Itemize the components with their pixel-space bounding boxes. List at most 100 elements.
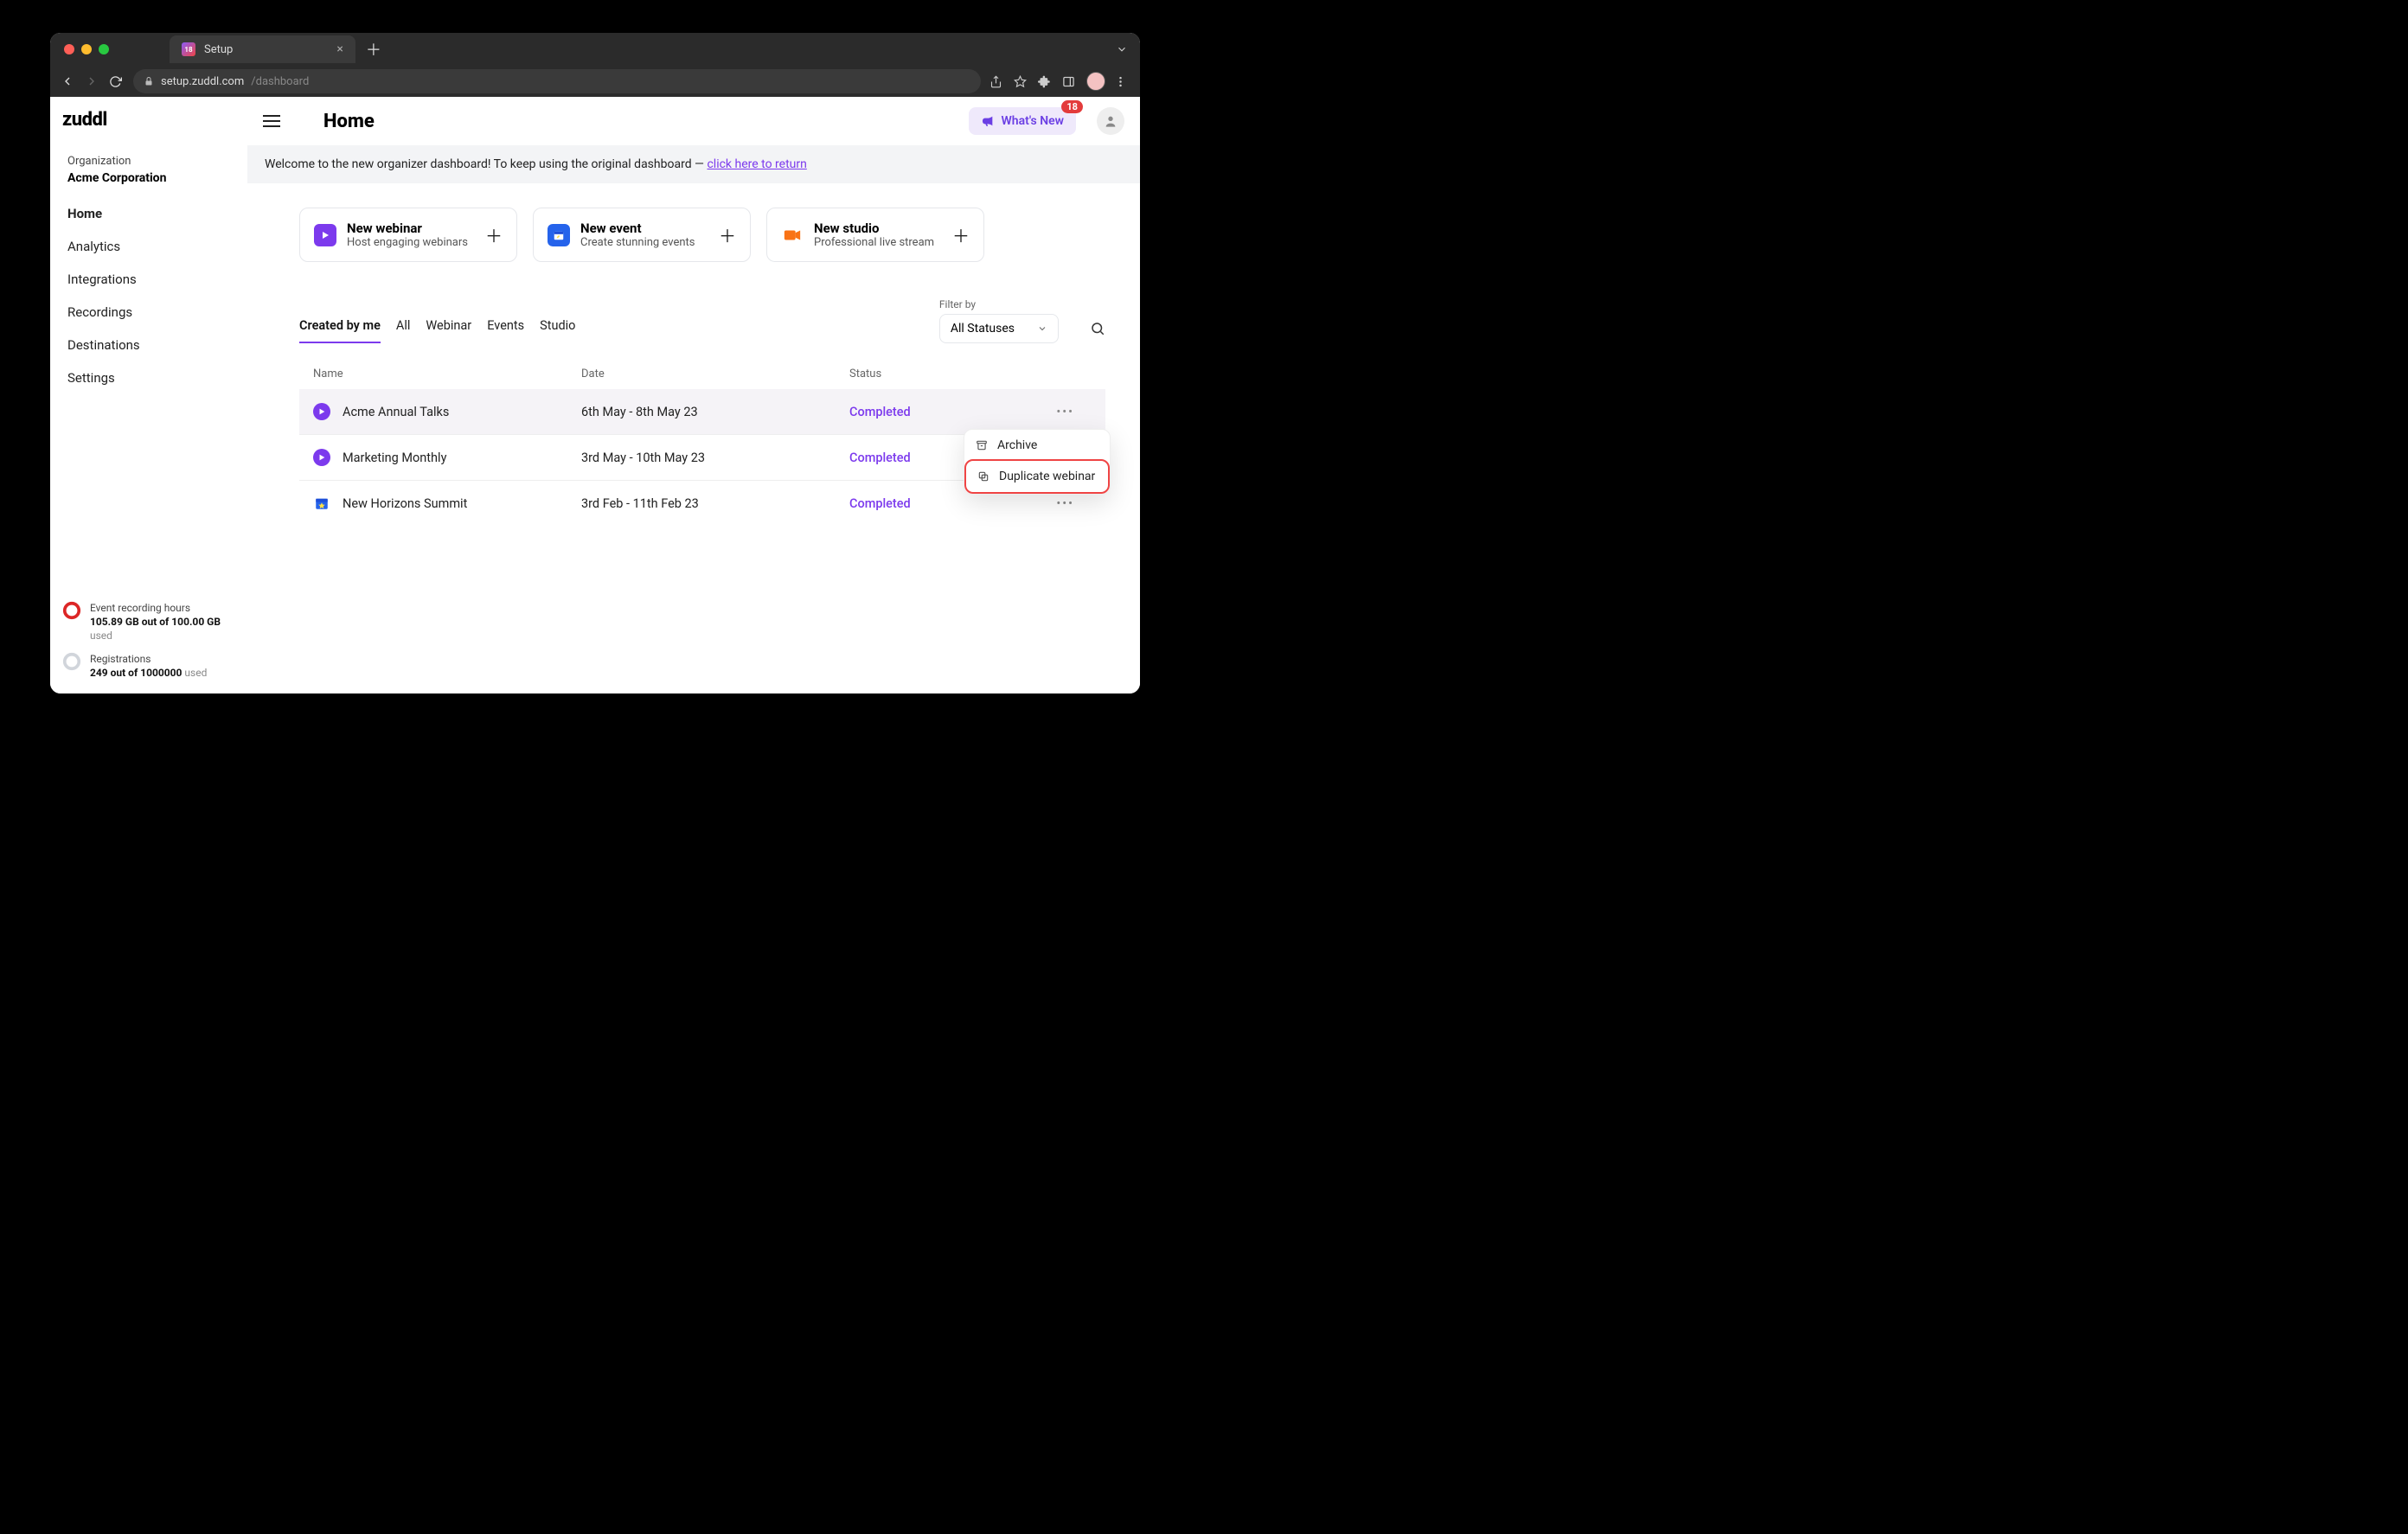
- menu-duplicate-label: Duplicate webinar: [999, 470, 1095, 483]
- profile-avatar-icon[interactable]: [1086, 72, 1105, 91]
- nav-back-button[interactable]: [61, 74, 76, 88]
- address-bar: setup.zuddl.com/dashboard: [50, 66, 1140, 97]
- org-name: Acme Corporation: [61, 169, 247, 197]
- minimize-window-button[interactable]: [81, 44, 92, 54]
- sidebar-toggle-button[interactable]: [263, 112, 280, 131]
- card-title: New studio: [814, 221, 942, 236]
- tab-overflow-button[interactable]: [1116, 43, 1128, 55]
- usage-registrations: Registrations 249 out of 1000000 used: [61, 647, 247, 693]
- create-cards: New webinar Host engaging webinars ＋ New…: [247, 183, 1140, 269]
- play-icon: [314, 224, 336, 246]
- megaphone-icon: [981, 114, 995, 128]
- usage-recording: Event recording hours 105.89 GB out of 1…: [61, 596, 247, 647]
- side-panel-icon[interactable]: [1062, 75, 1078, 88]
- sidebar-item-home[interactable]: Home: [61, 197, 247, 230]
- table-header: Name Date Status: [299, 359, 1105, 389]
- card-title: New webinar: [347, 221, 475, 236]
- sidebar-item-destinations[interactable]: Destinations: [61, 329, 247, 361]
- browser-window: 18 Setup × ＋ setup.zuddl.com/dashboard: [50, 33, 1140, 693]
- filter-bar: Created by me All Webinar Events Studio …: [247, 269, 1140, 343]
- tab-title: Setup: [204, 43, 233, 56]
- new-webinar-card[interactable]: New webinar Host engaging webinars ＋: [299, 208, 517, 262]
- card-subtitle: Professional live stream: [814, 236, 942, 249]
- new-tab-button[interactable]: ＋: [366, 38, 381, 61]
- col-name: Name: [313, 368, 581, 380]
- copy-icon: [977, 470, 990, 483]
- video-icon: [781, 224, 804, 246]
- sidebar-item-settings[interactable]: Settings: [61, 361, 247, 394]
- sidebar-item-analytics[interactable]: Analytics: [61, 230, 247, 263]
- user-avatar-button[interactable]: [1097, 107, 1124, 135]
- row-name: New Horizons Summit: [343, 496, 467, 511]
- col-status: Status: [849, 368, 1022, 380]
- status-filter-value: All Statuses: [951, 322, 1015, 336]
- card-subtitle: Host engaging webinars: [347, 236, 475, 249]
- row-actions-button[interactable]: •••: [1022, 405, 1074, 419]
- extensions-icon[interactable]: [1038, 75, 1054, 88]
- chevron-down-icon: [1037, 323, 1047, 334]
- banner-link[interactable]: click here to return: [707, 157, 806, 171]
- usage-recording-line: 105.89 GB out of 100.00 GB: [90, 616, 221, 628]
- tab-created-by-me[interactable]: Created by me: [299, 318, 381, 343]
- sidebar: zuddl Organization Acme Corporation Home…: [50, 97, 247, 693]
- tab-close-button[interactable]: ×: [336, 42, 343, 56]
- plus-icon: ＋: [952, 222, 970, 247]
- filter-label: Filter by: [939, 298, 1059, 310]
- play-icon: [313, 449, 330, 466]
- close-window-button[interactable]: [64, 44, 74, 54]
- menu-duplicate-webinar[interactable]: Duplicate webinar: [966, 461, 1108, 492]
- row-name: Marketing Monthly: [343, 451, 446, 465]
- calendar-icon: [313, 495, 330, 512]
- usage-registrations-title: Registrations: [90, 652, 207, 666]
- status-filter-select[interactable]: All Statuses: [939, 314, 1059, 343]
- row-date: 3rd May - 10th May 23: [581, 451, 849, 465]
- sidebar-item-recordings[interactable]: Recordings: [61, 296, 247, 329]
- tab-webinar[interactable]: Webinar: [426, 318, 471, 343]
- browser-tab[interactable]: 18 Setup ×: [170, 35, 355, 63]
- sidebar-item-integrations[interactable]: Integrations: [61, 263, 247, 296]
- events-table: Name Date Status Acme Annual Talks 6th M…: [299, 359, 1105, 526]
- usage-registrations-suffix: used: [184, 667, 207, 679]
- brand-logo: zuddl: [61, 109, 247, 141]
- whats-new-badge: 18: [1061, 100, 1083, 113]
- bookmark-star-icon[interactable]: [1014, 75, 1029, 88]
- topbar: Home What's New 18: [247, 97, 1140, 145]
- usage-registrations-line: 249 out of 1000000: [90, 667, 182, 679]
- row-status: Completed: [849, 496, 1022, 511]
- reload-button[interactable]: [109, 75, 125, 88]
- tab-favicon: 18: [182, 42, 195, 56]
- table-row[interactable]: Acme Annual Talks 6th May - 8th May 23 C…: [299, 389, 1105, 435]
- tab-events[interactable]: Events: [487, 318, 524, 343]
- share-icon[interactable]: [989, 75, 1005, 88]
- new-studio-card[interactable]: New studio Professional live stream ＋: [766, 208, 984, 262]
- tab-studio[interactable]: Studio: [540, 318, 575, 343]
- row-status: Completed: [849, 405, 1022, 419]
- whats-new-label: What's New: [1002, 114, 1065, 128]
- window-controls: [50, 44, 109, 54]
- row-date: 3rd Feb - 11th Feb 23: [581, 496, 849, 511]
- page-title: Home: [323, 111, 375, 132]
- fullscreen-window-button[interactable]: [99, 44, 109, 54]
- search-button[interactable]: [1090, 321, 1105, 336]
- plus-icon: ＋: [485, 222, 503, 247]
- app-content: zuddl Organization Acme Corporation Home…: [50, 97, 1140, 693]
- row-date: 6th May - 8th May 23: [581, 405, 849, 419]
- url-host: setup.zuddl.com: [161, 75, 244, 88]
- row-actions-button[interactable]: •••: [1022, 496, 1074, 511]
- banner-text: Welcome to the new organizer dashboard! …: [265, 157, 707, 171]
- card-subtitle: Create stunning events: [580, 236, 708, 249]
- url-input[interactable]: setup.zuddl.com/dashboard: [133, 69, 981, 93]
- row-context-menu: Archive Duplicate webinar: [964, 429, 1111, 495]
- usage-recording-title: Event recording hours: [90, 601, 221, 615]
- menu-archive-label: Archive: [997, 438, 1037, 452]
- titlebar: 18 Setup × ＋: [50, 33, 1140, 66]
- info-banner: Welcome to the new organizer dashboard! …: [247, 145, 1140, 183]
- browser-menu-icon[interactable]: [1114, 75, 1130, 88]
- tab-all[interactable]: All: [396, 318, 411, 343]
- whats-new-button[interactable]: What's New 18: [969, 107, 1077, 135]
- play-icon: [313, 403, 330, 420]
- nav-forward-button[interactable]: [85, 74, 100, 88]
- menu-archive[interactable]: Archive: [964, 430, 1110, 461]
- main-panel: Home What's New 18 Welcome to the new or…: [247, 97, 1140, 693]
- new-event-card[interactable]: New event Create stunning events ＋: [533, 208, 751, 262]
